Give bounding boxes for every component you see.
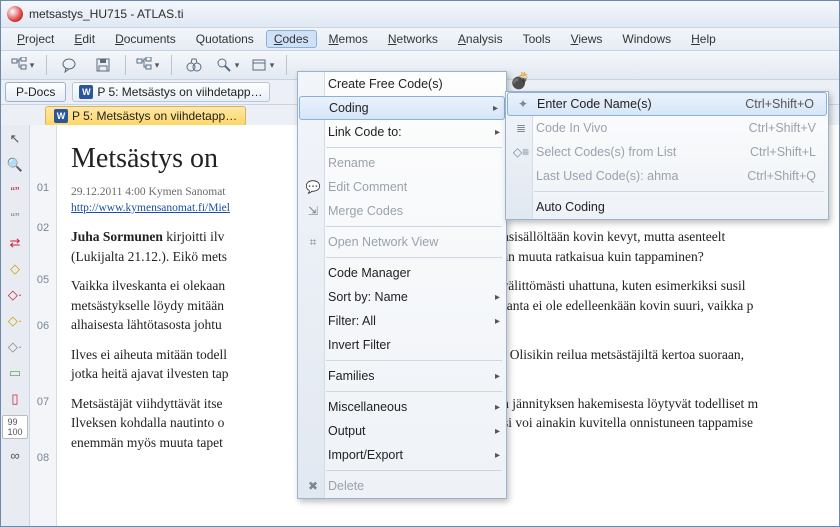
left-toolstrip: ↖ 🔍 “” “” ⇄ ◇ ◇· ◇· ◇· ▭ ▯ 99100 ∞ — [1, 125, 30, 526]
app-logo — [7, 6, 23, 22]
mi-select-codes-from-list: ◇≡ Select Codes(s) from List Ctrl+Shift+… — [506, 140, 828, 164]
lt-pointer-icon[interactable]: ↖ — [5, 129, 25, 149]
mi-code-in-vivo: ≣ Code In Vivo Ctrl+Shift+V — [506, 116, 828, 140]
network-icon: ⌗ — [304, 235, 322, 250]
lt-code-red-icon[interactable]: ◇· — [5, 285, 25, 305]
mi-filter[interactable]: Filter: All▸ — [298, 309, 506, 333]
menu-tools[interactable]: Tools — [515, 30, 559, 48]
merge-icon: ⇲ — [304, 204, 322, 218]
mi-merge-codes: ⇲Merge Codes — [298, 199, 506, 223]
pdocs-button[interactable]: P-Docs — [5, 82, 66, 102]
mi-invert-filter[interactable]: Invert Filter — [298, 333, 506, 357]
lt-zoom-icon[interactable]: 🔍 — [5, 155, 25, 175]
sparkle-icon: ✦ — [514, 97, 532, 111]
lt-link-icon[interactable]: ∞ — [5, 445, 25, 465]
lt-memo-icon[interactable]: ▭ — [5, 363, 25, 383]
menubar: Project Edit Documents Quotations Codes … — [1, 28, 839, 51]
mi-families[interactable]: Families▸ — [298, 364, 506, 388]
tb-tree2[interactable]: ▾ — [132, 53, 165, 77]
doc-tab-1[interactable]: W P 5: Metsästys on viihdetapp… — [72, 82, 269, 102]
mi-sort-by[interactable]: Sort by: Name▸ — [298, 285, 506, 309]
coding-submenu: 💣 ✦ Enter Code Name(s) Ctrl+Shift+O ≣ Co… — [505, 91, 829, 220]
tb-tree[interactable]: ▾ — [7, 53, 40, 77]
line-gutter: 01 02 05 06 07 08 — [30, 125, 57, 526]
lt-quotes-red-icon[interactable]: “” — [5, 181, 25, 201]
vivo-icon: ≣ — [512, 121, 530, 135]
menu-windows[interactable]: Windows — [614, 30, 679, 48]
active-doc-tab[interactable]: W P 5: Metsästys on viihdetapp… — [45, 106, 246, 126]
mi-coding[interactable]: Coding▸ — [299, 96, 505, 120]
word-icon: W — [54, 109, 68, 123]
menu-edit[interactable]: Edit — [66, 30, 103, 48]
tb-filter[interactable]: ▾ — [247, 53, 280, 77]
menu-memos[interactable]: Memos — [321, 30, 376, 48]
menu-analysis[interactable]: Analysis — [450, 30, 511, 48]
comment-icon: 💬 — [304, 180, 322, 194]
mi-rename: Rename — [298, 151, 506, 175]
delete-icon: ✖ — [304, 479, 322, 493]
mi-import-export[interactable]: Import/Export▸ — [298, 443, 506, 467]
lt-99-icon[interactable]: 99100 — [2, 415, 28, 439]
codes-dropdown: Create Free Code(s) Coding▸ Link Code to… — [297, 71, 507, 499]
menu-help[interactable]: Help — [683, 30, 724, 48]
menu-networks[interactable]: Networks — [380, 30, 446, 48]
mi-delete: ✖Delete — [298, 474, 506, 498]
bomb-icon: 💣 — [510, 71, 530, 91]
mi-code-manager[interactable]: Code Manager — [298, 261, 506, 285]
tb-save[interactable] — [87, 53, 119, 77]
mi-create-free-code[interactable]: Create Free Code(s) — [298, 72, 506, 96]
titlebar: metsastys_HU715 - ATLAS.ti — [1, 1, 839, 28]
mi-enter-code-names[interactable]: ✦ Enter Code Name(s) Ctrl+Shift+O — [507, 92, 827, 116]
mi-open-network-view: ⌗Open Network View — [298, 230, 506, 254]
lt-code-yellow2-icon[interactable]: ◇· — [5, 311, 25, 331]
tb-comment[interactable] — [53, 53, 85, 77]
mi-last-used-codes: Last Used Code(s): ahma Ctrl+Shift+Q — [506, 164, 828, 188]
doc-url[interactable]: http://www.kymensanomat.fi/Miel — [71, 202, 230, 214]
menu-quotations[interactable]: Quotations — [188, 30, 262, 48]
menu-documents[interactable]: Documents — [107, 30, 184, 48]
lt-bracket-icon[interactable]: ▯ — [5, 389, 25, 409]
mi-miscellaneous[interactable]: Miscellaneous▸ — [298, 395, 506, 419]
menu-codes[interactable]: Codes — [266, 30, 317, 48]
mi-auto-coding[interactable]: Auto Coding — [506, 195, 828, 219]
lt-code-gray-icon[interactable]: ◇· — [5, 337, 25, 357]
lt-arrows-icon[interactable]: ⇄ — [5, 233, 25, 253]
word-icon: W — [79, 85, 93, 99]
mi-output[interactable]: Output▸ — [298, 419, 506, 443]
window-title: metsastys_HU715 - ATLAS.ti — [29, 7, 184, 21]
menu-project[interactable]: Project — [9, 30, 62, 48]
mi-edit-comment: 💬Edit Comment — [298, 175, 506, 199]
lt-quotes-icon[interactable]: “” — [5, 207, 25, 227]
doc-tab-label: P 5: Metsästys on viihdetapp… — [97, 85, 262, 99]
menu-views[interactable]: Views — [563, 30, 611, 48]
tb-binoculars[interactable] — [178, 53, 210, 77]
list-icon: ◇≡ — [512, 145, 530, 159]
mi-link-code-to[interactable]: Link Code to:▸ — [298, 120, 506, 144]
lt-code-yellow-icon[interactable]: ◇ — [5, 259, 25, 279]
tb-search[interactable]: ▾ — [212, 53, 245, 77]
active-doc-label: P 5: Metsästys on viihdetapp… — [72, 109, 237, 123]
